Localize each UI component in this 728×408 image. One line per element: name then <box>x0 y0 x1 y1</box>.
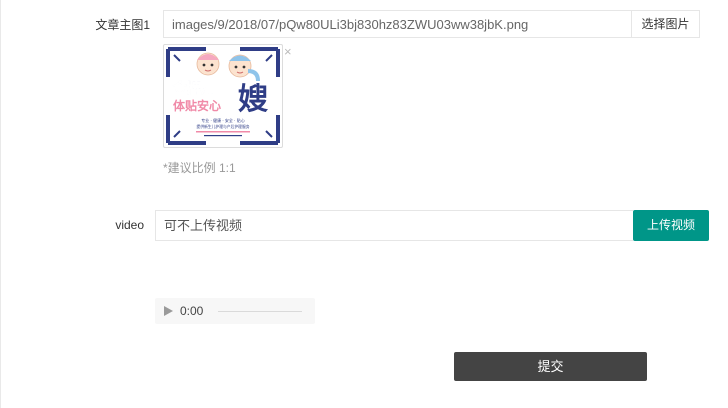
play-icon[interactable] <box>164 306 173 316</box>
preview-small-line2: 提供新生儿护理与产后护理服务 <box>196 124 249 129</box>
remove-image-icon[interactable]: × <box>284 45 292 58</box>
choose-image-button[interactable]: 选择图片 <box>631 10 700 38</box>
video-label: video <box>115 218 144 232</box>
ratio-hint: *建议比例 1:1 <box>163 161 236 175</box>
upload-video-button[interactable]: 上传视频 <box>633 210 709 241</box>
video-input[interactable] <box>155 210 633 241</box>
page-left-border <box>0 0 1 408</box>
thumbnail-preview-image: 金牌月 嫂 体贴安心 专业 · 健康 · 安全 · 贴心 提供新生儿护理与产后护… <box>166 47 280 145</box>
thumbnail-path-field[interactable] <box>163 10 632 38</box>
preview-title-line1: 金牌月 <box>172 80 215 97</box>
thumbnail-label: 文章主图1 <box>95 18 150 32</box>
media-player: 0:00 <box>155 298 315 324</box>
player-progress-track[interactable] <box>218 311 302 312</box>
thumbnail-preview: 金牌月 嫂 体贴安心 专业 · 健康 · 安全 · 贴心 提供新生儿护理与产后护… <box>163 44 283 148</box>
preview-title-line2: 体贴安心 <box>173 98 221 113</box>
submit-button[interactable]: 提交 <box>454 352 647 381</box>
preview-small-line1: 专业 · 健康 · 安全 · 贴心 <box>201 117 244 123</box>
preview-title-big: 嫂 <box>238 82 269 117</box>
player-time: 0:00 <box>180 304 204 318</box>
